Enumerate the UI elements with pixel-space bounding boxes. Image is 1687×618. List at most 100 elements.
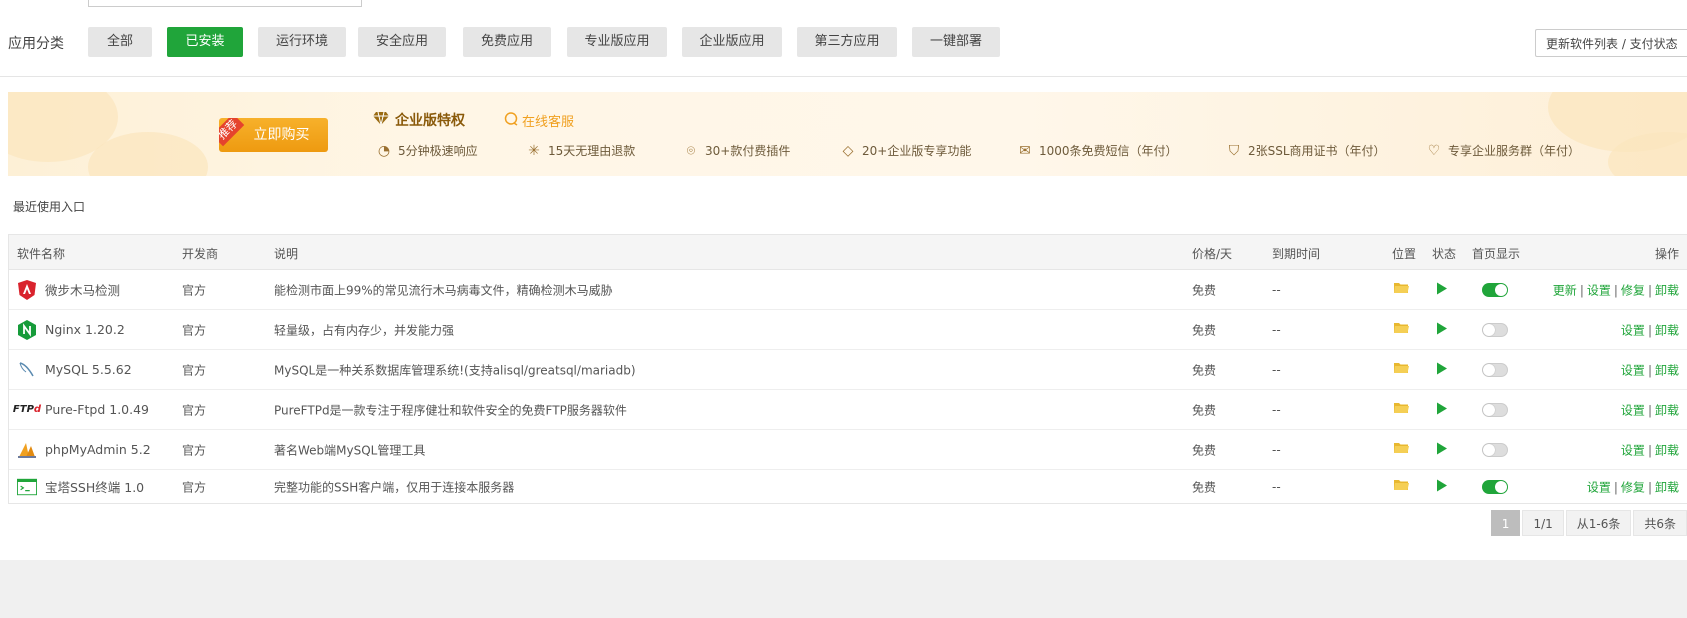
category-tab[interactable]: 第三方应用 <box>797 27 897 57</box>
toggle-switch[interactable] <box>1482 442 1508 457</box>
category-tab[interactable]: 免费应用 <box>463 27 551 57</box>
banner-feature-label: 15天无理由退款 <box>548 144 636 158</box>
op-link[interactable]: 更新 <box>1553 283 1577 297</box>
expire-time: -- <box>1272 479 1281 494</box>
developer: 官方 <box>182 323 207 337</box>
operations: 设置 | 卸载 <box>1621 441 1679 458</box>
home-display-toggle[interactable] <box>1482 322 1508 337</box>
ops-separator: | <box>1579 283 1584 297</box>
home-display-toggle[interactable] <box>1482 442 1508 457</box>
software-name[interactable]: phpMyAdmin 5.2 <box>17 440 151 460</box>
category-tab[interactable]: 专业版应用 <box>567 27 667 57</box>
price: 免费 <box>1192 403 1217 417</box>
shield-icon <box>17 279 37 300</box>
software-name[interactable]: Nginx 1.20.2 <box>17 319 125 340</box>
recent-entry-label: 最近使用入口 <box>13 200 86 214</box>
play-icon[interactable] <box>1437 322 1447 337</box>
software-name[interactable]: 微步木马检测 <box>17 279 120 300</box>
pagination: 1 1/1 从1-6条 共6条 <box>1489 510 1687 536</box>
search-input[interactable] <box>88 0 362 7</box>
op-link[interactable]: 设置 <box>1587 480 1611 494</box>
op-link[interactable]: 设置 <box>1621 403 1645 417</box>
software-name[interactable]: 宝塔SSH终端 1.0 <box>17 477 144 497</box>
software-table: 软件名称 开发商 说明 价格/天 到期时间 位置 状态 首页显示 操作 微步木马… <box>8 234 1687 504</box>
home-display-toggle[interactable] <box>1482 362 1508 377</box>
category-tab[interactable]: 已安装 <box>167 27 243 57</box>
op-link[interactable]: 设置 <box>1621 323 1645 337</box>
op-link[interactable]: 卸载 <box>1655 283 1679 297</box>
folder-icon[interactable] <box>1394 479 1409 495</box>
op-link[interactable]: 修复 <box>1621 283 1645 297</box>
category-tab[interactable]: 企业版应用 <box>682 27 782 57</box>
ops-separator: | <box>1613 283 1618 297</box>
category-tab[interactable]: 安全应用 <box>358 27 446 57</box>
op-link[interactable]: 设置 <box>1587 283 1611 297</box>
price: 免费 <box>1192 480 1217 494</box>
chat-icon <box>504 111 518 130</box>
update-list-button[interactable]: 更新软件列表 / 支付状态 <box>1535 29 1687 57</box>
expire-time: -- <box>1272 362 1281 377</box>
operations: 设置 | 卸载 <box>1621 361 1679 378</box>
folder-icon[interactable] <box>1394 362 1409 378</box>
buy-now-button[interactable]: 推荐 立即购买 <box>219 118 328 152</box>
table-row: phpMyAdmin 5.2 官方 著名Web端MySQL管理工具 免费 -- 设置 | 卸载 <box>9 430 1687 470</box>
toggle-knob <box>1495 283 1507 296</box>
toggle-knob <box>1483 443 1495 456</box>
operations: 设置 | 卸载 <box>1621 321 1679 338</box>
phpmyadmin-icon <box>17 440 37 460</box>
nginx-icon <box>17 319 37 340</box>
play-icon[interactable] <box>1437 442 1447 457</box>
buy-now-label: 立即购买 <box>253 127 310 143</box>
category-tab[interactable]: 全部 <box>88 27 152 57</box>
op-link[interactable]: 修复 <box>1621 480 1645 494</box>
page-total: 共6条 <box>1633 510 1687 536</box>
op-link[interactable]: 设置 <box>1621 443 1645 457</box>
op-link[interactable]: 卸载 <box>1655 323 1679 337</box>
op-link[interactable]: 卸载 <box>1655 480 1679 494</box>
banner-feature: ✉ 1000条免费短信（年付） <box>1017 142 1177 159</box>
toggle-switch[interactable] <box>1482 362 1508 377</box>
op-link[interactable]: 卸载 <box>1655 403 1679 417</box>
home-display-toggle[interactable] <box>1482 402 1508 417</box>
play-icon[interactable] <box>1437 402 1447 417</box>
description: 完整功能的SSH客户端，仅用于连接本服务器 <box>274 480 515 494</box>
page-range: 从1-6条 <box>1565 510 1632 536</box>
enterprise-title-text: 企业版特权 <box>395 113 465 129</box>
developer: 官方 <box>182 480 207 494</box>
folder-icon[interactable] <box>1394 322 1409 338</box>
play-icon[interactable] <box>1437 282 1447 297</box>
play-icon[interactable] <box>1437 479 1447 494</box>
col-status: 状态 <box>1432 247 1457 261</box>
home-display-toggle[interactable] <box>1482 282 1508 297</box>
toggle-switch[interactable] <box>1482 282 1508 297</box>
online-service-label: 在线客服 <box>522 115 575 130</box>
online-service-link[interactable]: 在线客服 <box>504 111 574 130</box>
toggle-switch[interactable] <box>1482 322 1508 337</box>
category-tab[interactable]: 运行环境 <box>258 27 346 57</box>
table-body: 微步木马检测 官方 能检测市面上99%的常见流行木马病毒文件，精确检测木马威胁 免费 -… <box>9 270 1687 503</box>
divider <box>0 76 1687 77</box>
folder-icon[interactable] <box>1394 442 1409 458</box>
toggle-switch[interactable] <box>1482 479 1508 494</box>
diamond-icon <box>373 111 389 129</box>
operations: 更新 | 设置 | 修复 | 卸载 <box>1553 281 1679 298</box>
play-icon[interactable] <box>1437 362 1447 377</box>
op-link[interactable]: 设置 <box>1621 363 1645 377</box>
ssl-icon: ⛉ <box>1228 142 1240 159</box>
mail-icon: ✉ <box>1019 142 1031 159</box>
ops-separator: | <box>1613 480 1618 494</box>
op-link[interactable]: 卸载 <box>1655 443 1679 457</box>
folder-icon[interactable] <box>1394 282 1409 298</box>
category-tab[interactable]: 一键部署 <box>912 27 1000 57</box>
folder-icon[interactable] <box>1394 402 1409 418</box>
software-name[interactable]: FTPd Pure-Ftpd 1.0.49 <box>13 400 149 420</box>
software-name-text: Nginx 1.20.2 <box>45 322 125 337</box>
toggle-switch[interactable] <box>1482 402 1508 417</box>
table-row: FTPd Pure-Ftpd 1.0.49 官方 PureFTPd是一款专注于程序健壮… <box>9 390 1687 430</box>
page-current[interactable]: 1 <box>1490 510 1521 536</box>
developer: 官方 <box>182 443 207 457</box>
op-link[interactable]: 卸载 <box>1655 363 1679 377</box>
software-name[interactable]: MySQL 5.5.62 <box>17 360 132 380</box>
clock-icon: ◔ <box>377 142 391 159</box>
home-display-toggle[interactable] <box>1482 479 1508 494</box>
